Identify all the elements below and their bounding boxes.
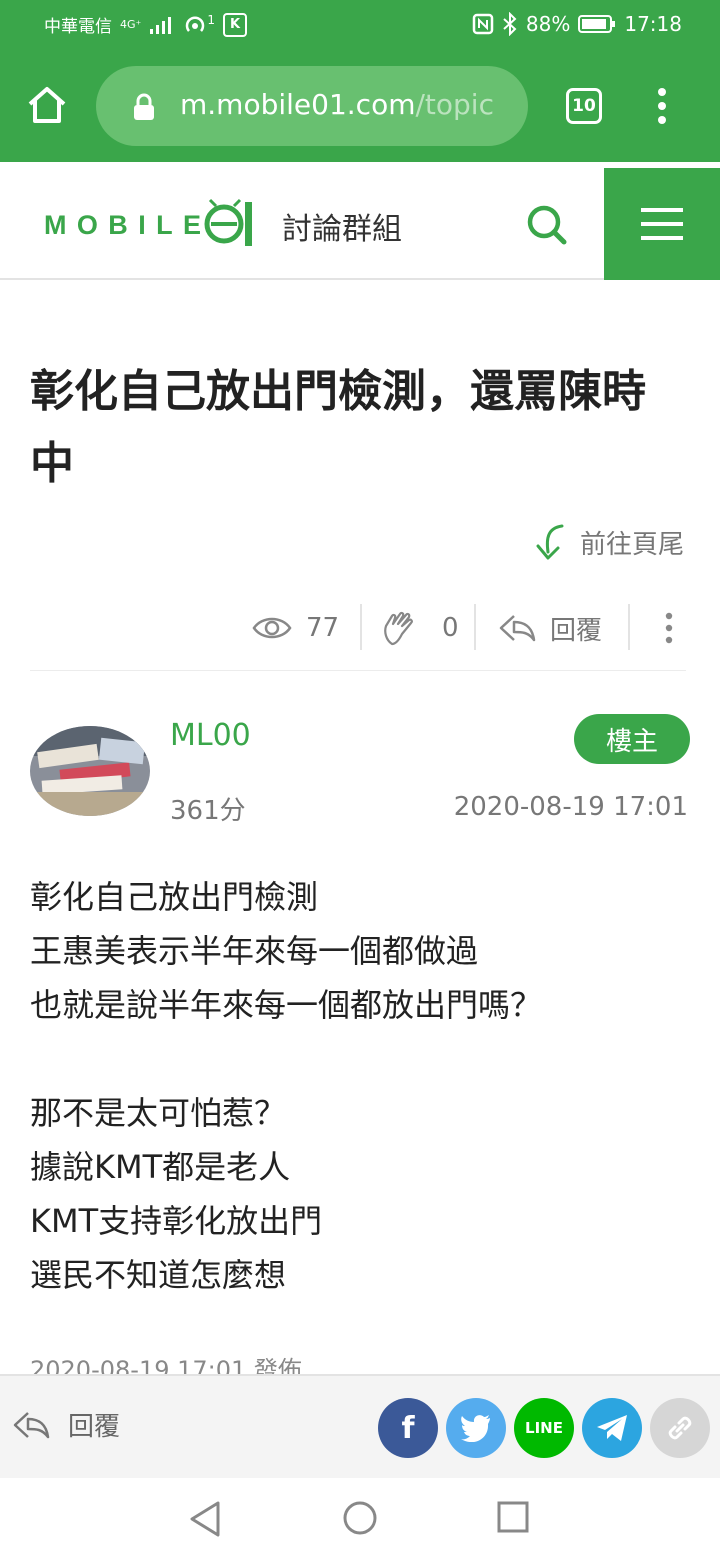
twitter-share-button[interactable]	[446, 1398, 506, 1458]
network-label: 4G⁺	[120, 18, 142, 31]
post-stats: 77 0 回覆	[0, 600, 720, 656]
link-icon	[668, 1416, 692, 1440]
post-title: 彰化自己放出門檢測，還罵陳時中	[30, 366, 646, 489]
url-text: m.mobile01.com/topic	[180, 88, 494, 121]
more-vert-icon	[658, 88, 666, 124]
site-header: MOBILE 討論群組	[0, 168, 720, 280]
op-badge: 樓主	[574, 714, 690, 764]
nav-back-button[interactable]	[188, 1500, 224, 1542]
home-icon	[28, 87, 66, 123]
overflow-menu-button[interactable]	[650, 86, 674, 132]
line-share-button[interactable]: LINE	[514, 1398, 574, 1458]
lock-icon	[132, 92, 156, 126]
avatar[interactable]	[30, 726, 150, 816]
url-path: /topic	[415, 88, 494, 121]
mobile01-logo[interactable]: MOBILE	[44, 198, 259, 254]
carrier-label: 中華電信	[44, 17, 112, 37]
twitter-icon	[461, 1415, 490, 1442]
search-icon	[527, 205, 567, 245]
views-value: 77	[306, 613, 340, 643]
line-icon: LINE	[525, 1419, 563, 1437]
arrow-down-icon	[536, 524, 564, 560]
goto-footer-link[interactable]: 前往頁尾	[532, 522, 684, 562]
divider	[30, 670, 686, 671]
post-body: 彰化自己放出門檢測 王惠美表示半年來每一個都做過 也就是說半年來每一個都放出門嗎…	[30, 878, 543, 1294]
author-name[interactable]: ML00	[170, 718, 251, 753]
status-right: 88% 17:18	[472, 12, 682, 36]
battery-icon	[578, 15, 616, 33]
reply-button[interactable]: 回覆	[498, 600, 602, 656]
url-host: m.mobile01.com	[180, 88, 416, 121]
k-app-icon: K	[222, 12, 247, 37]
recents-square-icon	[497, 1501, 529, 1533]
clock: 17:18	[624, 12, 682, 36]
facebook-icon: f	[401, 1410, 415, 1446]
signal-icon	[150, 16, 172, 34]
telegram-icon	[597, 1415, 627, 1441]
reply-label: 回覆	[550, 615, 603, 646]
menu-button[interactable]	[604, 168, 720, 280]
status-left: 中華電信 4G⁺ 1 K	[44, 12, 247, 37]
tab-switcher-button[interactable]: 10	[566, 88, 602, 124]
share-bar: 回覆 f LINE	[0, 1374, 720, 1478]
system-nav-bar	[0, 1478, 720, 1560]
svg-text:MOBILE: MOBILE	[44, 210, 202, 240]
author-score: 361分	[170, 796, 246, 826]
reply-icon	[499, 615, 536, 642]
post-date: 2020-08-19 17:01	[453, 792, 688, 822]
hotspot-icon	[186, 15, 205, 32]
bottom-reply-label: 回覆	[68, 1412, 121, 1442]
nav-home-button[interactable]	[342, 1500, 378, 1540]
browser-toolbar: m.mobile01.com/topic 10	[0, 52, 720, 162]
reply-icon	[13, 1411, 50, 1438]
back-triangle-icon	[190, 1501, 220, 1537]
more-vert-icon	[665, 612, 673, 644]
post-more-button[interactable]	[662, 600, 676, 656]
battery-percent: 88%	[525, 12, 571, 36]
view-count: 77	[252, 600, 339, 656]
telegram-share-button[interactable]	[582, 1398, 642, 1458]
address-bar[interactable]: m.mobile01.com/topic	[96, 66, 528, 146]
facebook-share-button[interactable]: f	[378, 1398, 438, 1458]
status-bar: 中華電信 4G⁺ 1 K 88% 17:18	[0, 0, 720, 52]
bottom-reply-button[interactable]: 回覆	[12, 1406, 120, 1443]
bluetooth-icon	[503, 12, 517, 36]
likes-value: 0	[442, 613, 459, 643]
home-circle-icon	[343, 1501, 377, 1535]
search-button[interactable]	[524, 202, 568, 250]
nfc-icon	[472, 13, 494, 35]
home-button[interactable]	[26, 84, 68, 130]
eye-icon	[252, 617, 292, 639]
copy-link-button[interactable]	[650, 1398, 710, 1458]
hamburger-icon	[641, 208, 683, 240]
section-title[interactable]: 討論群組	[282, 204, 402, 248]
like-button[interactable]: 0	[382, 600, 459, 656]
nav-recents-button[interactable]	[496, 1500, 530, 1538]
hotspot-count: 1	[207, 12, 215, 27]
goto-footer-label: 前往頁尾	[580, 529, 685, 560]
clap-icon	[384, 611, 413, 646]
